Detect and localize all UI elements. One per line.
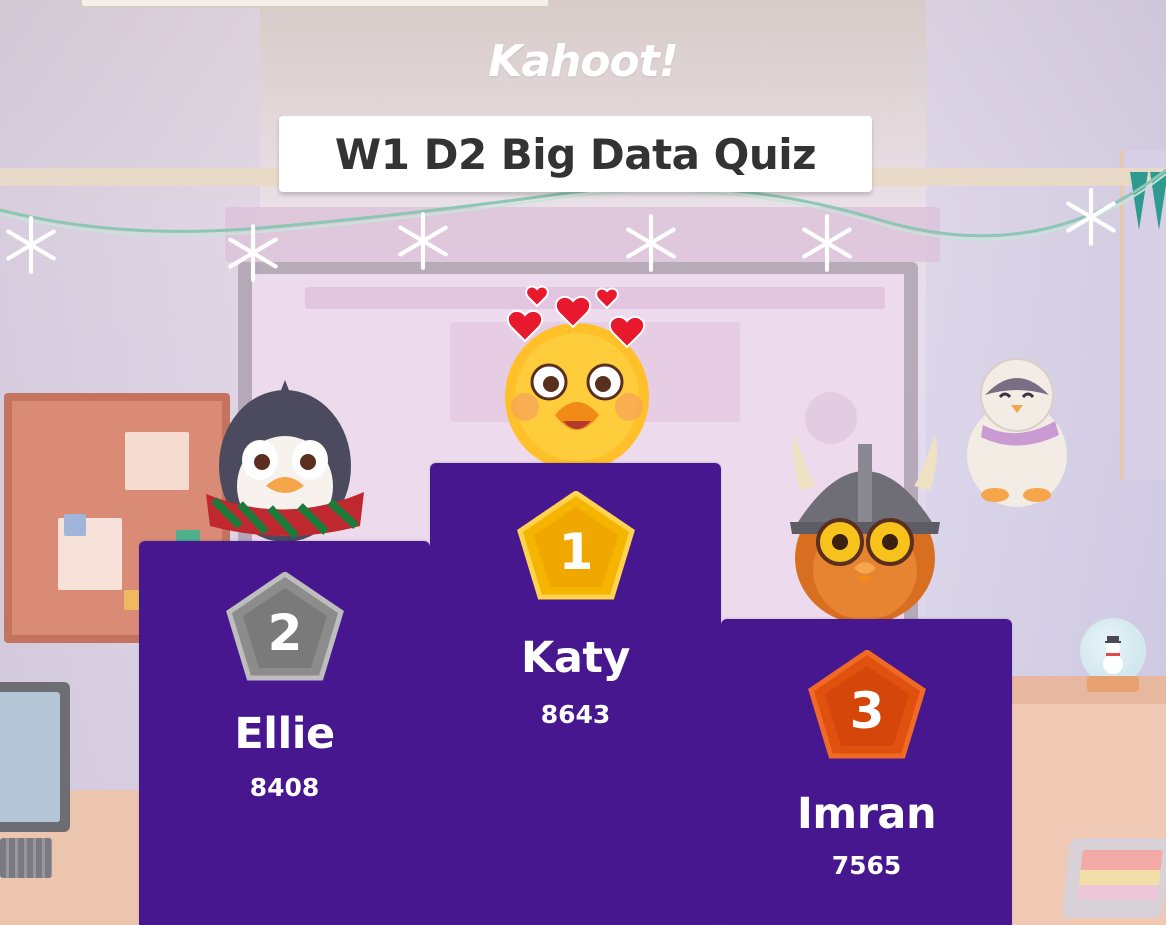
snowflake-icon bbox=[802, 214, 852, 272]
snowglobe-base bbox=[1087, 676, 1139, 692]
penguin-with-scarf-icon bbox=[206, 380, 364, 542]
kahoot-logo: Kahoot! bbox=[488, 36, 679, 87]
quiz-title-box: W1 D2 Big Data Quiz bbox=[279, 116, 872, 192]
sticky-note bbox=[125, 432, 189, 490]
snowflake-icon bbox=[228, 224, 278, 282]
sticky-note bbox=[64, 514, 86, 536]
tablet-screen bbox=[1077, 850, 1163, 900]
snowflake-icon bbox=[626, 214, 676, 272]
ceiling-lamp bbox=[80, 0, 550, 8]
bronze-medal-icon: 3 bbox=[807, 650, 926, 759]
quiz-title: W1 D2 Big Data Quiz bbox=[334, 129, 817, 179]
laptop-screen bbox=[0, 692, 60, 822]
player-name: Ellie bbox=[234, 709, 335, 759]
podium-first-place: 1 Katy 8643 bbox=[430, 463, 721, 925]
player-score: 8408 bbox=[249, 773, 320, 802]
podium-third-place: 3 Imran 7565 bbox=[721, 619, 1012, 925]
snowman-icon bbox=[1103, 636, 1123, 674]
snowflake-icon bbox=[6, 216, 56, 274]
silver-medal-icon: 2 bbox=[225, 572, 344, 681]
gold-medal-icon: 1 bbox=[516, 491, 635, 600]
player-name: Imran bbox=[796, 789, 937, 839]
chick-with-hearts-icon bbox=[505, 285, 649, 465]
rank-number: 1 bbox=[558, 523, 593, 581]
snowflake-icon bbox=[398, 212, 448, 270]
player-score: 8643 bbox=[540, 700, 611, 729]
snowflake-icon bbox=[1066, 188, 1116, 246]
player-name: Katy bbox=[521, 633, 630, 683]
rank-number: 2 bbox=[267, 604, 302, 662]
owl-viking-helmet-icon bbox=[790, 436, 940, 620]
wall-penguin-icon bbox=[967, 358, 1067, 507]
podium-second-place: 2 Ellie 8408 bbox=[139, 541, 430, 925]
keyboard-icon bbox=[0, 838, 52, 878]
rank-number: 3 bbox=[849, 682, 884, 740]
player-score: 7565 bbox=[831, 851, 902, 880]
